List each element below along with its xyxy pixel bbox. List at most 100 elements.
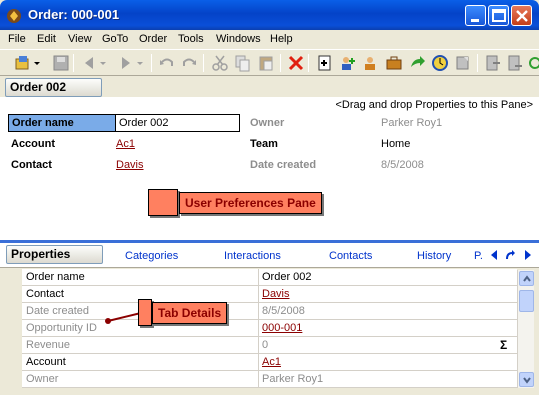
- paste-icon[interactable]: [257, 54, 275, 72]
- property-name: Revenue: [22, 337, 259, 354]
- tab-bar: Properties Categories Interactions Conta…: [0, 243, 539, 268]
- back-icon[interactable]: [80, 54, 98, 72]
- save-icon[interactable]: [52, 54, 70, 72]
- property-name: Order name: [22, 269, 259, 286]
- copy-icon[interactable]: [233, 54, 251, 72]
- new-record-icon[interactable]: [316, 54, 334, 72]
- minimize-button[interactable]: [465, 5, 486, 26]
- tab-categories[interactable]: Categories: [125, 250, 178, 262]
- section-title-button[interactable]: Order 002: [5, 78, 102, 97]
- menu-order[interactable]: Order: [139, 33, 167, 45]
- property-name: Account: [22, 354, 259, 371]
- drag-drop-hint: <Drag and drop Properties to this Pane>: [335, 99, 533, 111]
- contact-label: Contact: [11, 159, 52, 171]
- toolbar-separator: [151, 54, 152, 72]
- title-bar: Order: 000-001: [0, 0, 539, 30]
- property-value-link[interactable]: 000-001: [259, 320, 517, 337]
- add-contact-icon[interactable]: [338, 54, 356, 72]
- tab-refresh-icon[interactable]: [504, 249, 516, 261]
- briefcase-icon[interactable]: [385, 54, 403, 72]
- header-strip: Order 002: [0, 77, 539, 97]
- menu-edit[interactable]: Edit: [37, 33, 56, 45]
- date-created-value: 8/5/2008: [381, 159, 424, 171]
- undo-icon[interactable]: [158, 54, 176, 72]
- menu-help[interactable]: Help: [270, 33, 293, 45]
- arrow-forward-icon[interactable]: [408, 54, 426, 72]
- menu-view[interactable]: View: [68, 33, 92, 45]
- menu-bar: File Edit View GoTo Order Tools Windows …: [0, 30, 539, 49]
- callout-marker: [148, 189, 178, 216]
- properties-grid: Order name Order 002 Contact Davis Date …: [0, 268, 539, 395]
- table-row[interactable]: Date created 8/5/2008: [22, 303, 517, 320]
- toolbar: [0, 49, 539, 76]
- tab-interactions[interactable]: Interactions: [224, 250, 281, 262]
- tab-properties[interactable]: Properties: [6, 245, 103, 264]
- cut-icon[interactable]: [211, 54, 229, 72]
- export-icon[interactable]: [506, 54, 524, 72]
- contact-icon[interactable]: [361, 54, 379, 72]
- table-row[interactable]: Contact Davis: [22, 286, 517, 303]
- property-value: Parker Roy1: [262, 373, 324, 385]
- team-label: Team: [250, 138, 278, 150]
- open-icon[interactable]: [14, 54, 32, 72]
- maximize-button[interactable]: [488, 5, 509, 26]
- grid-scrollbar[interactable]: [517, 270, 534, 388]
- close-button[interactable]: [511, 5, 532, 26]
- table-row[interactable]: Order name Order 002: [22, 269, 517, 286]
- property-value[interactable]: Order 002: [259, 269, 517, 286]
- menu-windows[interactable]: Windows: [216, 33, 261, 45]
- property-value-link[interactable]: Davis: [259, 286, 517, 303]
- owner-value: Parker Roy1: [381, 117, 443, 129]
- user-preferences-pane: <Drag and drop Properties to this Pane> …: [0, 97, 539, 240]
- tab-more[interactable]: P.: [474, 250, 483, 262]
- toolbar-separator: [73, 54, 74, 72]
- tab-contacts[interactable]: Contacts: [329, 250, 372, 262]
- refresh-icon[interactable]: [527, 54, 539, 72]
- property-value: 0: [262, 339, 269, 351]
- forward-icon[interactable]: [117, 54, 135, 72]
- team-value: Home: [381, 138, 411, 150]
- notes-icon[interactable]: [454, 54, 472, 72]
- account-label: Account: [11, 138, 55, 150]
- user-preferences-callout: User Preferences Pane: [179, 192, 322, 214]
- callout-marker: [138, 299, 152, 326]
- property-name: Owner: [22, 371, 259, 388]
- account-link[interactable]: Ac1: [116, 138, 135, 150]
- app-icon: [7, 9, 21, 23]
- chevron-down-icon[interactable]: [136, 54, 144, 72]
- toolbar-separator: [280, 54, 281, 72]
- tab-next-icon[interactable]: [522, 249, 534, 261]
- contact-link[interactable]: Davis: [116, 159, 144, 171]
- export-icon[interactable]: [484, 54, 502, 72]
- toolbar-separator: [477, 54, 478, 72]
- table-row[interactable]: Revenue 0 Σ: [22, 337, 517, 354]
- menu-file[interactable]: File: [8, 33, 26, 45]
- property-value-link[interactable]: Ac1: [259, 354, 517, 371]
- scroll-thumb[interactable]: [519, 290, 534, 312]
- table-row[interactable]: Owner Parker Roy1: [22, 371, 517, 388]
- tab-details-callout: Tab Details: [152, 302, 228, 324]
- property-value: 8/5/2008: [262, 305, 305, 317]
- chevron-up-icon: [523, 275, 531, 282]
- tab-prev-icon[interactable]: [488, 249, 500, 261]
- menu-tools[interactable]: Tools: [178, 33, 204, 45]
- scroll-up-button[interactable]: [519, 271, 534, 286]
- table-row[interactable]: Opportunity ID 000-001: [22, 320, 517, 337]
- redo-icon[interactable]: [180, 54, 198, 72]
- toolbar-separator: [308, 54, 309, 72]
- chevron-down-icon[interactable]: [33, 54, 41, 72]
- sum-icon[interactable]: Σ: [500, 338, 507, 352]
- delete-icon[interactable]: [287, 54, 305, 72]
- date-created-label: Date created: [250, 159, 317, 171]
- window-title: Order: 000-001: [28, 7, 120, 22]
- clock-icon[interactable]: [431, 54, 449, 72]
- table-row[interactable]: Account Ac1: [22, 354, 517, 371]
- tab-history[interactable]: History: [417, 250, 451, 262]
- menu-goto[interactable]: GoTo: [102, 33, 128, 45]
- owner-label: Owner: [250, 117, 285, 129]
- chevron-down-icon[interactable]: [99, 54, 107, 72]
- scroll-down-button[interactable]: [519, 372, 534, 387]
- order-name-label: Order name: [8, 114, 116, 132]
- order-name-field[interactable]: Order 002: [115, 114, 240, 132]
- toolbar-separator: [203, 54, 204, 72]
